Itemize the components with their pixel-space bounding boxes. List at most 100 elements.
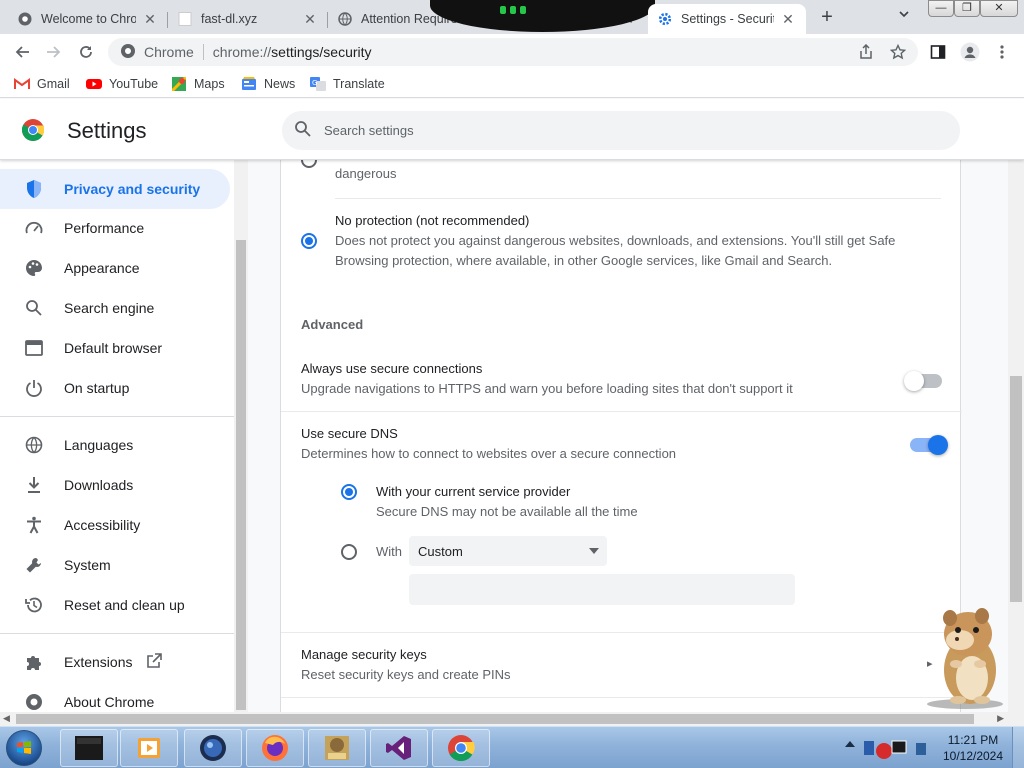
search-input[interactable] [324,123,884,138]
sidebar-item-privacy[interactable]: Privacy and security [0,169,230,209]
close-window-button[interactable]: ✕ [980,0,1018,17]
dns-custom-radio[interactable] [341,544,357,560]
reload-icon[interactable] [74,40,98,64]
horizontal-scrollbar[interactable]: ◀ ▶ [0,712,1024,726]
show-desktop-button[interactable] [1012,727,1024,768]
tab-welcome[interactable]: Welcome to Chrome ✕ [8,4,168,34]
back-arrow-icon[interactable] [10,40,34,64]
page-title: Settings [67,118,147,143]
settings-header: Settings [0,99,1024,160]
clock-date: 10/12/2024 [942,749,1004,763]
side-panel-icon[interactable] [926,40,950,64]
tray-icons[interactable] [862,737,932,759]
secure-dns-toggle[interactable] [910,435,948,455]
scrollbar-thumb[interactable] [236,240,246,710]
dns-current-provider-desc: Secure DNS may not be available all the … [376,504,638,519]
scrollbar-thumb[interactable] [1010,376,1022,602]
bookmark-translate[interactable]: G Translate [310,75,385,93]
start-button[interactable] [6,730,42,766]
sidebar-item-extensions[interactable]: Extensions [0,642,230,682]
minimize-button[interactable]: — [928,0,954,17]
svg-text:G: G [312,79,317,87]
secure-dns-desc: Determines how to connect to websites ov… [301,446,677,461]
bookmarks-bar: Gmail YouTube Maps News G Translate [0,70,1024,98]
puzzle-icon [22,652,46,672]
tab-settings-security[interactable]: Settings - Security ✕ [648,4,806,34]
firefox-icon [262,735,288,761]
scroll-right-arrow-icon[interactable]: ▶ [997,713,1004,724]
tab-strip: Welcome to Chrome ✕ fast-dl.xyz ✕ Attent… [0,0,1024,34]
taskbar-clock[interactable]: 11:21 PM 10/12/2024 [940,732,1006,764]
taskbar-app-chrome[interactable] [432,729,490,767]
scroll-left-arrow-icon[interactable]: ◀ [3,713,10,724]
sidebar-item-search-engine[interactable]: Search engine [0,288,230,328]
visual-studio-icon [386,736,411,760]
search-icon [22,298,46,318]
main-scrollbar[interactable] [1008,160,1024,712]
dns-current-provider-radio[interactable] [341,484,357,500]
dns-with-label: With [376,544,402,559]
address-bar[interactable]: Chrome chrome://settings/security [108,38,918,66]
sidebar-item-reset[interactable]: Reset and clean up [0,585,230,625]
windows-logo-icon [17,741,31,754]
chrome-icon [22,692,46,712]
blank-page-icon [178,12,192,26]
no-protection-desc-1: Does not protect you against dangerous w… [335,233,896,248]
sidebar-item-languages[interactable]: Languages [0,425,230,465]
sidebar-item-appearance[interactable]: Appearance [0,248,230,288]
taskbar-app-terminal[interactable] [60,729,118,767]
kebab-menu-icon[interactable] [990,40,1014,64]
taskbar-app-box[interactable] [308,729,366,767]
tab-title: Settings - Security [681,12,774,26]
sidebar-item-on-startup[interactable]: On startup [0,368,230,408]
no-protection-radio[interactable] [301,233,317,249]
tab-close-icon[interactable]: ✕ [302,11,318,27]
tab-fast-dl[interactable]: fast-dl.xyz ✕ [168,4,328,34]
dns-provider-select[interactable]: Custom [409,536,607,566]
no-protection-title: No protection (not recommended) [335,213,530,228]
secure-dns-title: Use secure DNS [301,426,398,441]
profile-avatar-icon[interactable] [958,40,982,64]
bookmark-news[interactable]: News [241,75,295,93]
bookmark-star-icon[interactable] [886,40,910,64]
clock-time: 11:21 PM [947,733,999,747]
sidebar-item-performance[interactable]: Performance [0,208,230,248]
security-keys-desc: Reset security keys and create PINs [301,667,511,682]
settings-sidebar: Privacy and security Performance Appeara… [0,160,234,712]
site-label: Chrome [144,44,194,60]
sidebar-item-downloads[interactable]: Downloads [0,465,230,505]
sidebar-item-accessibility[interactable]: Accessibility [0,505,230,545]
dns-current-provider-title: With your current service provider [376,484,571,499]
hamster-sticker-icon [927,608,1003,709]
accessibility-icon [22,515,46,535]
share-icon[interactable] [854,40,878,64]
standard-protection-radio[interactable] [301,160,317,168]
forward-arrow-icon[interactable] [42,40,66,64]
maximize-button[interactable]: ❐ [954,0,980,17]
tab-close-icon[interactable]: ✕ [780,11,796,27]
settings-search[interactable] [282,111,960,150]
new-tab-button[interactable]: + [815,6,839,30]
taskbar-app-media[interactable] [120,729,178,767]
sidebar-item-about[interactable]: About Chrome [0,682,230,712]
sidebar-scrollbar[interactable] [234,160,248,712]
bookmark-youtube[interactable]: YouTube [86,75,158,93]
taskbar-app-firefox[interactable] [246,729,304,767]
tray-expand-icon[interactable] [845,741,855,747]
custom-dns-input[interactable] [409,574,795,605]
youtube-icon [86,77,102,91]
https-toggle[interactable] [904,371,942,391]
taskbar-app-globe[interactable] [184,729,242,767]
wrench-icon [22,555,46,575]
sidebar-item-system[interactable]: System [0,545,230,585]
tab-title: fast-dl.xyz [201,12,258,26]
tab-search-chevron-icon[interactable] [894,8,914,28]
media-player-icon [75,736,103,760]
scrollbar-thumb[interactable] [16,714,974,724]
bookmark-gmail[interactable]: Gmail [14,75,70,93]
taskbar-app-visual-studio[interactable] [370,729,428,767]
dropdown-caret-icon [589,548,599,554]
bookmark-maps[interactable]: Maps [171,75,225,93]
tab-close-icon[interactable]: ✕ [142,11,158,27]
sidebar-item-default-browser[interactable]: Default browser [0,328,230,368]
